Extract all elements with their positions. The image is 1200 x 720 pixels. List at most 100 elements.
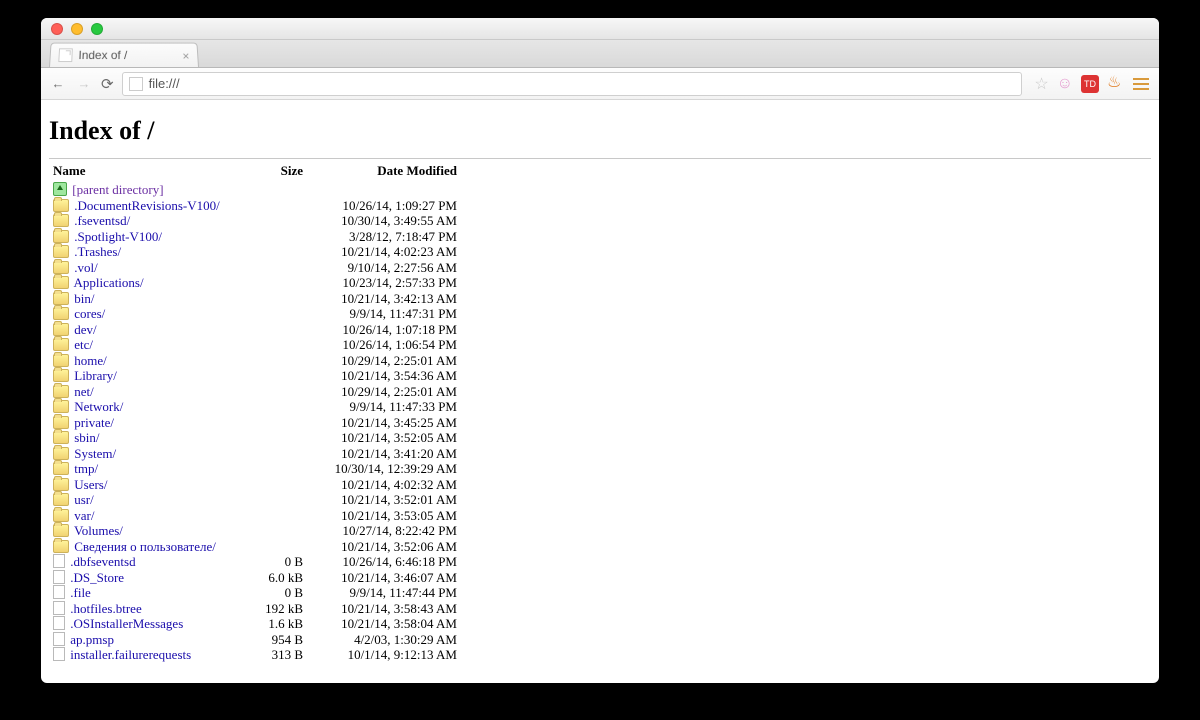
directory-row: .fseventsd/10/30/14, 3:49:55 AM	[49, 213, 1151, 229]
reload-button[interactable]: ⟳	[101, 75, 114, 93]
browser-tab[interactable]: Index of / ×	[49, 43, 199, 67]
column-header-name[interactable]: Name	[49, 161, 249, 182]
entry-link[interactable]: Users/	[74, 477, 107, 492]
entry-link[interactable]: sbin/	[74, 430, 99, 445]
tab-close-button[interactable]: ×	[182, 49, 190, 63]
entry-date: 9/10/14, 2:27:56 AM	[321, 260, 463, 276]
entry-size	[249, 337, 321, 353]
extension-todo-icon[interactable]: TD	[1081, 75, 1099, 93]
entry-link[interactable]: .hotfiles.btree	[70, 601, 141, 616]
entry-date: 10/21/14, 3:53:05 AM	[321, 508, 463, 524]
directory-row: usr/10/21/14, 3:52:01 AM	[49, 492, 1151, 508]
folder-icon	[53, 431, 69, 444]
entry-link[interactable]: .fseventsd/	[74, 213, 130, 228]
directory-row: etc/10/26/14, 1:06:54 PM	[49, 337, 1151, 353]
entry-date: 9/9/14, 11:47:33 PM	[321, 399, 463, 415]
entry-size	[249, 446, 321, 462]
directory-row: sbin/10/21/14, 3:52:05 AM	[49, 430, 1151, 446]
folder-icon	[53, 478, 69, 491]
url-text: file:///	[149, 76, 180, 91]
entry-link[interactable]: Applications/	[74, 275, 144, 290]
entry-size	[249, 213, 321, 229]
directory-row: cores/9/9/14, 11:47:31 PM	[49, 306, 1151, 322]
entry-link[interactable]: cores/	[74, 306, 105, 321]
entry-link[interactable]: .DocumentRevisions-V100/	[74, 198, 220, 213]
entry-link[interactable]: Volumes/	[74, 523, 123, 538]
entry-link[interactable]: usr/	[74, 492, 94, 507]
entry-date: 10/26/14, 1:07:18 PM	[321, 322, 463, 338]
entry-link[interactable]: Library/	[74, 368, 117, 383]
entry-link[interactable]: System/	[74, 446, 116, 461]
entry-link[interactable]: Network/	[74, 399, 123, 414]
directory-row: .Spotlight-V100/3/28/12, 7:18:47 PM	[49, 229, 1151, 245]
entry-link[interactable]: .DS_Store	[70, 570, 124, 585]
entry-link[interactable]: .Trashes/	[74, 244, 121, 259]
directory-row: .vol/9/10/14, 2:27:56 AM	[49, 260, 1151, 276]
directory-row: Users/10/21/14, 4:02:32 AM	[49, 477, 1151, 493]
bookmark-star-icon[interactable]: ☆	[1034, 74, 1048, 94]
browser-menu-button[interactable]	[1133, 75, 1151, 93]
folder-icon	[53, 385, 69, 398]
address-bar[interactable]: file:///	[122, 72, 1023, 96]
entry-size	[249, 229, 321, 245]
entry-link[interactable]: .file	[70, 585, 91, 600]
file-icon	[53, 616, 65, 630]
directory-row: Applications/10/23/14, 2:57:33 PM	[49, 275, 1151, 291]
file-icon	[53, 554, 65, 568]
entry-link[interactable]: dev/	[74, 322, 96, 337]
entry-link[interactable]: net/	[74, 384, 94, 399]
entry-link[interactable]: var/	[74, 508, 94, 523]
directory-row: Сведения о пользователе/10/21/14, 3:52:0…	[49, 539, 1151, 555]
entry-link[interactable]: home/	[74, 353, 107, 368]
entry-link[interactable]: etc/	[74, 337, 93, 352]
entry-link[interactable]: private/	[74, 415, 114, 430]
parent-directory-row: [parent directory]	[49, 182, 1151, 198]
entry-link[interactable]: ap.pmsp	[70, 632, 114, 647]
folder-icon	[53, 354, 69, 367]
maximize-window-button[interactable]	[91, 23, 103, 35]
file-icon	[53, 570, 65, 584]
directory-row: private/10/21/14, 3:45:25 AM	[49, 415, 1151, 431]
entry-link[interactable]: installer.failurerequests	[70, 647, 191, 662]
parent-directory-link[interactable]: [parent directory]	[72, 182, 163, 197]
entry-date: 10/21/14, 3:54:36 AM	[321, 368, 463, 384]
entry-link[interactable]: .OSInstallerMessages	[70, 616, 183, 631]
divider	[49, 158, 1151, 159]
close-window-button[interactable]	[51, 23, 63, 35]
entry-link[interactable]: .Spotlight-V100/	[74, 229, 162, 244]
entry-size: 0 B	[249, 585, 321, 601]
entry-date: 10/21/14, 3:41:20 AM	[321, 446, 463, 462]
entry-size	[249, 384, 321, 400]
extension-smiley-icon[interactable]: ☺	[1057, 75, 1073, 93]
entry-date: 10/30/14, 12:39:29 AM	[321, 461, 463, 477]
directory-row: .OSInstallerMessages1.6 kB10/21/14, 3:58…	[49, 616, 1151, 632]
folder-icon	[53, 261, 69, 274]
entry-date: 10/21/14, 3:45:25 AM	[321, 415, 463, 431]
entry-link[interactable]: tmp/	[74, 461, 98, 476]
back-button[interactable]: ←	[49, 76, 67, 91]
directory-row: Volumes/10/27/14, 8:22:42 PM	[49, 523, 1151, 539]
entry-size: 0 B	[249, 554, 321, 570]
extension-flame-icon[interactable]: ♨	[1107, 75, 1125, 93]
minimize-window-button[interactable]	[71, 23, 83, 35]
entry-link[interactable]: .dbfseventsd	[70, 554, 135, 569]
folder-icon	[53, 307, 69, 320]
folder-icon	[53, 369, 69, 382]
entry-link[interactable]: .vol/	[74, 260, 97, 275]
column-header-size[interactable]: Size	[249, 161, 321, 182]
window-titlebar	[41, 18, 1159, 40]
entry-link[interactable]: bin/	[74, 291, 94, 306]
entry-date: 9/9/14, 11:47:31 PM	[321, 306, 463, 322]
directory-row: System/10/21/14, 3:41:20 AM	[49, 446, 1151, 462]
browser-window: Index of / × ← → ⟳ file:/// ☆ ☺ TD ♨ Ind…	[41, 18, 1159, 683]
forward-button[interactable]: →	[75, 76, 93, 91]
entry-size	[249, 198, 321, 214]
entry-date: 10/26/14, 1:09:27 PM	[321, 198, 463, 214]
entry-size	[249, 492, 321, 508]
tab-title: Index of /	[78, 48, 127, 62]
folder-icon	[53, 400, 69, 413]
column-header-date[interactable]: Date Modified	[321, 161, 463, 182]
entry-link[interactable]: Сведения о пользователе/	[74, 539, 216, 554]
directory-row: tmp/10/30/14, 12:39:29 AM	[49, 461, 1151, 477]
entry-date: 10/21/14, 3:58:04 AM	[321, 616, 463, 632]
